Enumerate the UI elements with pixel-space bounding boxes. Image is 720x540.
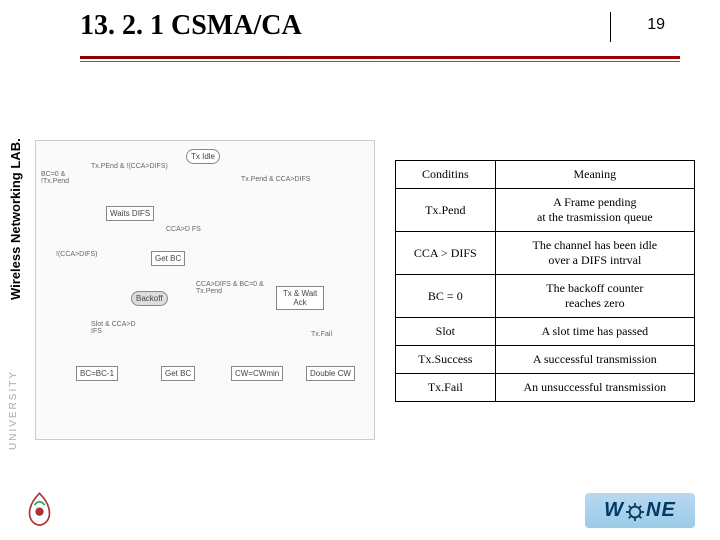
cell-meaning: A successful transmission — [495, 346, 694, 374]
cell-cond: Slot — [396, 318, 496, 346]
table-row: Slot A slot time has passed — [396, 318, 695, 346]
cell-cond: Tx.Fail — [396, 374, 496, 402]
conditions-table: Conditins Meaning Tx.Pend A Frame pendin… — [395, 160, 695, 402]
edge-label: BC=0 & !Tx.Pend — [41, 171, 91, 185]
kwangwoon-logo-icon — [22, 490, 57, 530]
cell-cond: Tx.Pend — [396, 189, 496, 232]
cell-cond: CCA > DIFS — [396, 232, 496, 275]
table-row: CCA > DIFS The channel has been idle ove… — [396, 232, 695, 275]
edge-label: Tx.Fail — [311, 331, 332, 338]
table-header-conditions: Conditins — [396, 161, 496, 189]
cell-meaning: An unsuccessful transmission — [495, 374, 694, 402]
table-row: BC = 0 The backoff counter reaches zero — [396, 275, 695, 318]
edge-label: Tx.PEnd & !(CCA>DIFS) — [91, 163, 181, 170]
edge-label: Slot & CCA>D IFS — [91, 321, 136, 335]
wine-logo: W NE — [585, 493, 695, 528]
slide-title: 13. 2. 1 CSMA/CA — [80, 10, 680, 42]
state-bc-dec: BC=BC-1 — [76, 366, 118, 381]
cell-meaning: A slot time has passed — [495, 318, 694, 346]
cell-meaning: The channel has been idle over a DIFS in… — [495, 232, 694, 275]
table-row: Tx.Pend A Frame pending at the trasmissi… — [396, 189, 695, 232]
edge-label: CCA>D FS — [166, 226, 201, 233]
slide-header: 13. 2. 1 CSMA/CA 19 — [80, 10, 680, 60]
header-underline — [80, 56, 680, 60]
edge-label: !(CCA>DIFS) — [56, 251, 97, 258]
edge-label: CCA>DIFS & BC=0 & Tx.Pend — [196, 281, 266, 295]
state-cw-cwmin: CW=CWmin — [231, 366, 283, 381]
wine-logo-text-suffix: NE — [646, 499, 676, 522]
gear-icon — [626, 503, 644, 521]
sidebar-university-label: UNIVERSITY — [8, 370, 19, 450]
cell-cond: Tx.Success — [396, 346, 496, 374]
state-double-cw: Double CW — [306, 366, 355, 381]
state-get-bc: Get BC — [151, 251, 185, 266]
edge-label: Tx.Pend & CCA>DIFS — [241, 176, 331, 183]
sidebar-lab-label: Wireless Networking LAB. — [8, 138, 23, 300]
state-tx-idle: Tx Idle — [186, 149, 220, 164]
table-row: Tx.Success A successful transmission — [396, 346, 695, 374]
page-divider — [610, 12, 680, 42]
cell-meaning: The backoff counter reaches zero — [495, 275, 694, 318]
state-backoff: Backoff — [131, 291, 168, 306]
state-waits-difs: Waits DIFS — [106, 206, 154, 221]
wine-logo-text-prefix: W — [604, 499, 624, 522]
state-tx-wait-ack: Tx & Wait Ack — [276, 286, 324, 310]
page-number: 19 — [647, 16, 665, 34]
flowchart-diagram: Tx Idle BC=0 & !Tx.Pend Tx.PEnd & !(CCA>… — [35, 140, 375, 440]
table-header-meaning: Meaning — [495, 161, 694, 189]
cell-cond: BC = 0 — [396, 275, 496, 318]
table-row: Tx.Fail An unsuccessful transmission — [396, 374, 695, 402]
state-get-bc2: Get BC — [161, 366, 195, 381]
cell-meaning: A Frame pending at the trasmission queue — [495, 189, 694, 232]
